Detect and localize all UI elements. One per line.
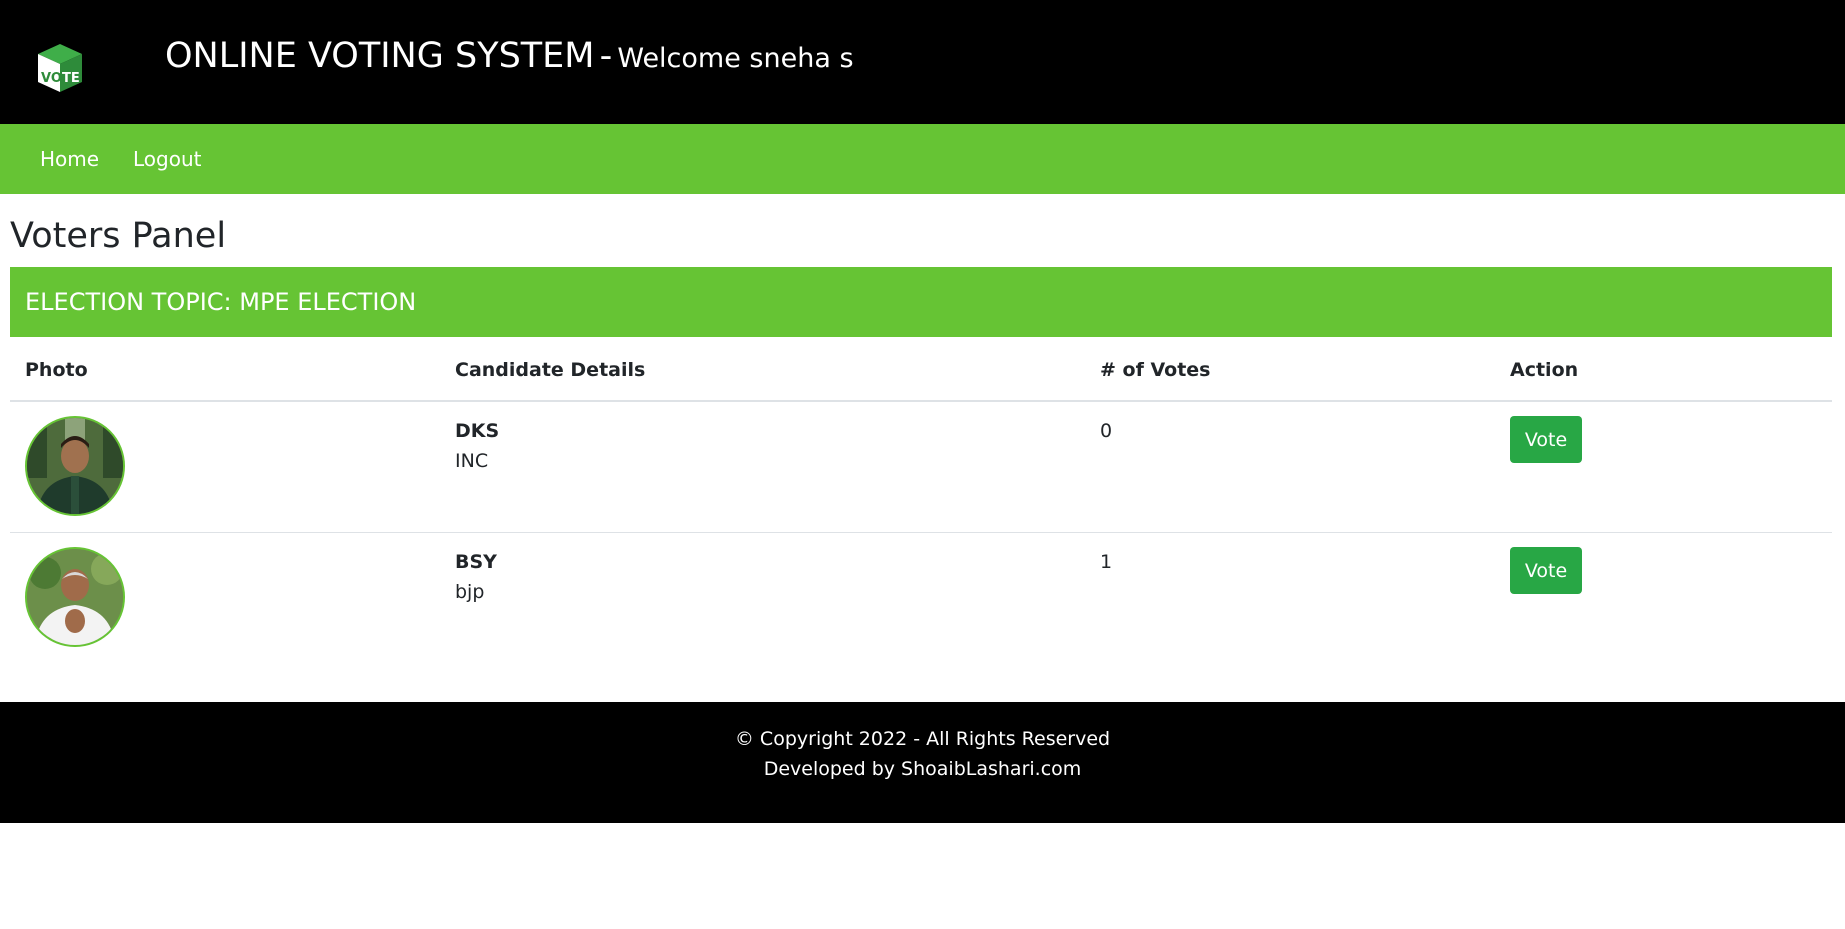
copyright-text: © Copyright 2022 - All Rights Reserved (734, 728, 1111, 750)
vote-count: 1 (1100, 551, 1113, 573)
system-name: ONLINE VOTING SYSTEM (165, 36, 595, 76)
vote-button[interactable]: Vote (1510, 416, 1582, 463)
candidate-portrait-icon (27, 418, 123, 514)
header-candidate-details: Candidate Details (455, 359, 646, 381)
candidate-party: INC (455, 450, 489, 472)
vote-button[interactable]: Vote (1510, 547, 1582, 594)
page-title: Voters Panel (10, 216, 227, 256)
site-header: VO TE ONLINE VOTING SYSTEM - Welcome sne… (0, 0, 1845, 124)
candidate-name: BSY (455, 551, 497, 573)
nav-logout-link[interactable]: Logout (133, 124, 201, 194)
vote-logo-icon: VO TE (38, 44, 82, 92)
candidates-table: Photo Candidate Details # of Votes Actio… (10, 337, 1832, 663)
candidate-photo (25, 416, 125, 516)
table-row: BSY bjp 1 Vote (10, 533, 1832, 663)
table-header: Photo Candidate Details # of Votes Actio… (10, 337, 1832, 402)
title-separator: - (599, 36, 613, 76)
header-photo: Photo (25, 359, 88, 381)
election-topic-bar: ELECTION TOPIC: MPE ELECTION (10, 267, 1832, 337)
welcome-message: Welcome sneha s (617, 43, 854, 74)
election-topic: ELECTION TOPIC: MPE ELECTION (25, 288, 417, 316)
header-votes: # of Votes (1100, 359, 1211, 381)
candidate-name: DKS (455, 420, 500, 442)
svg-text:VO: VO (41, 71, 62, 86)
developer-credit: Developed by ShoaibLashari.com (763, 758, 1082, 780)
site-footer: © Copyright 2022 - All Rights Reserved D… (0, 702, 1845, 823)
nav-home-link[interactable]: Home (40, 124, 99, 194)
site-title: ONLINE VOTING SYSTEM - Welcome sneha s (165, 36, 854, 76)
table-row: DKS INC 0 Vote (10, 402, 1832, 533)
vote-count: 0 (1100, 420, 1113, 442)
candidate-party: bjp (455, 581, 485, 603)
candidate-photo (25, 547, 125, 647)
header-action: Action (1510, 359, 1579, 381)
svg-text:TE: TE (62, 71, 80, 86)
main-navbar: Home Logout (0, 124, 1845, 194)
candidate-portrait-icon (27, 549, 123, 645)
